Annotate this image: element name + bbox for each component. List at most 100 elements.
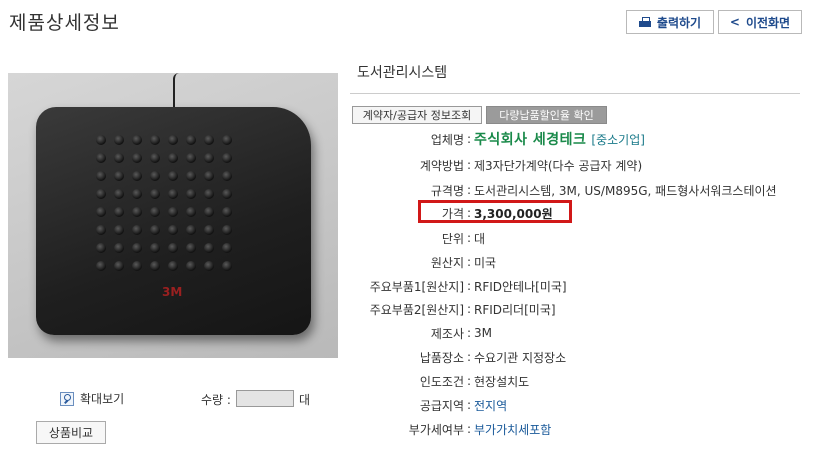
field-label: 주요부품1[원산지]	[369, 279, 464, 294]
company-tag: [중소기업]	[591, 133, 645, 147]
field-delivery-place: 납품장소: 수요기관 지정장소	[340, 347, 800, 367]
chevron-left-icon: <	[729, 15, 740, 29]
pad-dot	[96, 171, 106, 181]
field-delivery-terms: 인도조건: 현장설치도	[340, 371, 800, 391]
field-company: 업체명: 주식회사 세경테크 [중소기업]	[340, 129, 800, 149]
field-value: 전지역	[474, 398, 508, 413]
pad-dot	[204, 135, 214, 145]
pad-dot	[222, 243, 232, 253]
pad-dot	[132, 153, 142, 163]
contract-info-button[interactable]: 계약자/공급자 정보조회	[352, 106, 482, 124]
pad-dot	[150, 135, 160, 145]
field-label: 업체명	[430, 132, 464, 147]
pad-dot	[168, 153, 178, 163]
pad-dot	[204, 225, 214, 235]
quantity-input[interactable]	[236, 390, 294, 407]
compare-button[interactable]: 상품비교	[36, 421, 106, 444]
pad-dot	[132, 171, 142, 181]
price-highlight-box	[418, 200, 572, 223]
field-supply-region: 공급지역: 전지역	[340, 395, 800, 415]
pad-dot	[204, 189, 214, 199]
field-maker: 제조사: 3M	[340, 323, 800, 343]
company-link[interactable]: 주식회사 세경테크	[474, 132, 586, 148]
product-name: 도서관리시스템	[357, 65, 448, 81]
print-button-label: 출력하기	[656, 15, 702, 30]
pad-dot	[204, 171, 214, 181]
pad-dot	[150, 207, 160, 217]
pad-dot	[168, 261, 178, 271]
pad-dot	[186, 207, 196, 217]
field-label: 부가세여부	[408, 422, 464, 437]
pad-dot	[96, 135, 106, 145]
pad-dot	[186, 171, 196, 181]
pad-dot	[186, 243, 196, 253]
pad-dot	[132, 207, 142, 217]
field-value: 3M	[474, 326, 492, 340]
field-part1: 주요부품1[원산지]: RFID안테나[미국]	[340, 276, 800, 296]
field-spec: 규격명: 도서관리시스템, 3M, US/M895G, 패드형사서워크스테이션	[340, 180, 800, 200]
pad-dot	[150, 171, 160, 181]
pad-dot	[114, 225, 124, 235]
pad-dot	[96, 243, 106, 253]
pad-dot	[204, 207, 214, 217]
pad-dot	[96, 261, 106, 271]
pad-dot	[150, 261, 160, 271]
pad-dot	[222, 225, 232, 235]
printer-icon	[638, 17, 651, 27]
pad-dot	[168, 243, 178, 253]
field-unit: 단위: 대	[340, 228, 800, 248]
pad-dot	[204, 153, 214, 163]
field-origin: 원산지: 미국	[340, 252, 800, 272]
field-value: RFID리더[미국]	[474, 302, 556, 317]
field-label: 규격명	[430, 183, 464, 198]
quantity-unit: 대	[299, 393, 311, 407]
page-title: 제품상세정보	[9, 12, 120, 34]
quantity-label: 수량 :	[201, 393, 231, 407]
field-value: 제3자단가계약(다수 공급자 계약)	[474, 158, 643, 173]
divider	[350, 93, 800, 94]
discount-check-button[interactable]: 다량납품할인율 확인	[486, 106, 607, 124]
brand-logo: 3M	[162, 285, 183, 299]
pad-dot	[222, 135, 232, 145]
pad-dot	[114, 153, 124, 163]
zoom-label: 확대보기	[80, 392, 125, 406]
pad-dot	[168, 225, 178, 235]
field-value: 부가가치세포함	[474, 422, 552, 437]
field-value: 수요기관 지정장소	[474, 350, 567, 365]
field-value: 현장설치도	[474, 374, 530, 389]
pad-dot-grid	[96, 135, 240, 279]
pad-dot	[150, 225, 160, 235]
field-part2: 주요부품2[원산지]: RFID리더[미국]	[340, 299, 800, 319]
field-contract-method: 계약방법: 제3자단가계약(다수 공급자 계약)	[340, 155, 800, 175]
pad-dot	[168, 171, 178, 181]
pad-dot	[186, 261, 196, 271]
zoom-button[interactable]: 확대보기	[60, 390, 124, 407]
pad-dot	[168, 207, 178, 217]
pad-dot	[132, 261, 142, 271]
field-value: RFID안테나[미국]	[474, 279, 567, 294]
pad-dot	[96, 153, 106, 163]
pad-dot	[168, 135, 178, 145]
print-button[interactable]: 출력하기	[626, 10, 714, 34]
product-image: 3M	[8, 73, 338, 358]
pad-dot	[114, 243, 124, 253]
pad-dot	[186, 225, 196, 235]
pad-dot	[168, 189, 178, 199]
pad-dot	[222, 153, 232, 163]
field-value: 대	[474, 231, 486, 246]
rfid-pad: 3M	[36, 107, 311, 335]
field-label: 제조사	[430, 326, 464, 341]
pad-dot	[114, 135, 124, 145]
pad-dot	[150, 153, 160, 163]
pad-dot	[204, 261, 214, 271]
pad-dot	[222, 261, 232, 271]
field-label: 단위	[441, 231, 464, 246]
field-label: 주요부품2[원산지]	[369, 302, 464, 317]
pad-dot	[96, 225, 106, 235]
pad-dot	[150, 189, 160, 199]
pad-dot	[222, 189, 232, 199]
field-vat: 부가세여부: 부가가치세포함	[340, 419, 800, 439]
field-value: 미국	[474, 255, 497, 270]
pad-dot	[222, 207, 232, 217]
back-button[interactable]: < 이전화면	[718, 10, 802, 34]
